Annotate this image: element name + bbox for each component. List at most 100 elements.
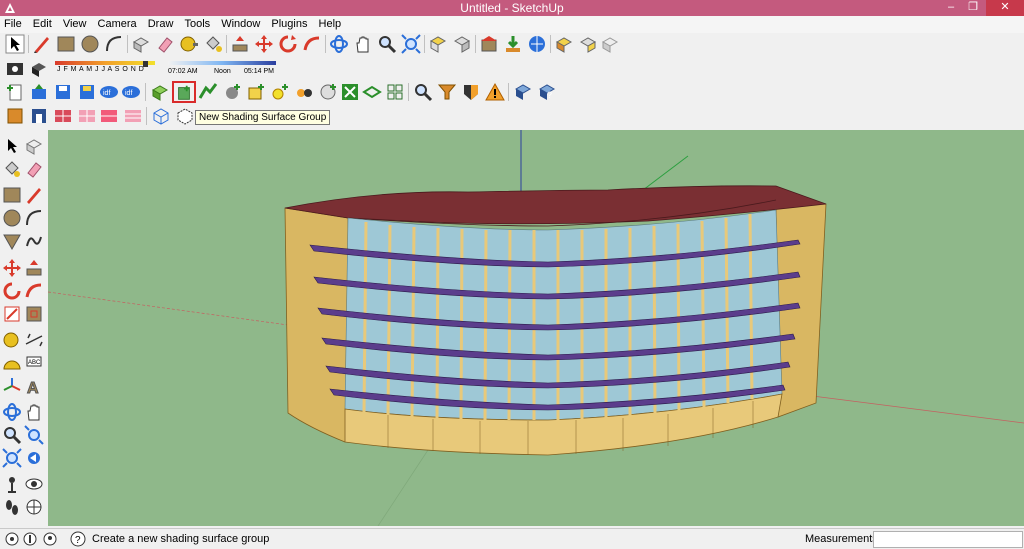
grid-icon[interactable]: [385, 82, 405, 102]
previous-view-icon[interactable]: [24, 448, 44, 468]
move-icon[interactable]: [254, 34, 274, 54]
render-boundary-icon[interactable]: [77, 106, 97, 126]
shadow-settings-icon[interactable]: [5, 59, 25, 79]
new-shading-surface-group-button[interactable]: [172, 81, 196, 103]
maximize-button[interactable]: ❐: [962, 0, 984, 16]
daylight-icon[interactable]: [270, 82, 290, 102]
push-pull-icon[interactable]: [230, 34, 250, 54]
zoom-window-icon[interactable]: [24, 425, 44, 445]
walk-icon[interactable]: [2, 497, 22, 517]
text-icon[interactable]: ABC: [24, 353, 44, 373]
model-viewport[interactable]: [48, 130, 1024, 526]
follow-me-icon[interactable]: [24, 281, 44, 301]
instructor-help-icon[interactable]: ?: [70, 531, 86, 547]
push-pull-icon[interactable]: [24, 258, 44, 278]
tape-measure-icon[interactable]: [2, 330, 22, 350]
eraser-icon[interactable]: [24, 159, 44, 179]
loads-icon[interactable]: [318, 82, 338, 102]
rotate-icon[interactable]: [278, 34, 298, 54]
geo-location-icon[interactable]: [4, 531, 20, 547]
rotate-icon[interactable]: [2, 281, 22, 301]
render-thermal-icon[interactable]: [123, 106, 143, 126]
layout-icon[interactable]: [578, 34, 598, 54]
3d-text-icon[interactable]: A: [24, 376, 44, 397]
menu-draw[interactable]: Draw: [144, 16, 178, 33]
surface-matching-icon[interactable]: [340, 82, 360, 102]
orbit-icon[interactable]: [2, 402, 22, 422]
offset-icon[interactable]: [24, 304, 44, 324]
rectangle-icon[interactable]: [56, 34, 76, 54]
extension-warehouse-icon[interactable]: [554, 34, 574, 54]
pan-icon[interactable]: [24, 402, 44, 422]
menu-plugins[interactable]: Plugins: [267, 16, 311, 33]
select-icon[interactable]: [2, 136, 22, 156]
component-icon[interactable]: [600, 34, 620, 54]
protractor-icon[interactable]: [2, 353, 22, 373]
menu-edit[interactable]: Edit: [29, 16, 56, 33]
zoom-icon[interactable]: [377, 34, 397, 54]
menu-camera[interactable]: Camera: [94, 16, 141, 33]
new-thermal-zone-icon[interactable]: [198, 82, 218, 102]
iso-view-icon[interactable]: [428, 34, 448, 54]
share-model-icon[interactable]: [527, 34, 547, 54]
follow-me-icon[interactable]: [302, 34, 322, 54]
paint-bucket-icon[interactable]: [203, 34, 223, 54]
menu-help[interactable]: Help: [315, 16, 346, 33]
pencil-icon[interactable]: [32, 34, 52, 54]
menu-window[interactable]: Window: [217, 16, 264, 33]
zoom-icon[interactable]: [2, 425, 22, 445]
zoom-extents-icon[interactable]: [401, 34, 421, 54]
measurements-input[interactable]: [873, 531, 1023, 548]
circle-icon[interactable]: [2, 208, 22, 228]
circle-icon[interactable]: [80, 34, 100, 54]
component-icon[interactable]: [24, 136, 44, 156]
menu-file[interactable]: File: [0, 16, 26, 33]
polygon-icon[interactable]: [2, 231, 22, 251]
render-mode-icon[interactable]: [362, 82, 382, 102]
rectangle-icon[interactable]: [2, 185, 22, 205]
month-slider-thumb[interactable]: [143, 61, 148, 67]
close-button[interactable]: ✕: [986, 0, 1024, 16]
new-construction-icon[interactable]: [222, 82, 242, 102]
axes-icon[interactable]: [2, 376, 22, 396]
user-icon[interactable]: [42, 531, 58, 547]
select-arrow-icon[interactable]: [5, 34, 25, 54]
new-space-icon[interactable]: [150, 82, 170, 102]
idf-import-icon[interactable]: idf: [99, 82, 119, 102]
look-around-icon[interactable]: [24, 474, 44, 494]
space-type-icon[interactable]: [5, 106, 25, 126]
hidden-line-icon[interactable]: [175, 106, 195, 126]
save-icon[interactable]: [53, 82, 73, 102]
3d-warehouse-icon[interactable]: [479, 34, 499, 54]
menu-tools[interactable]: Tools: [180, 16, 214, 33]
zoom-extents-icon[interactable]: [2, 448, 22, 468]
wireframe-icon[interactable]: [151, 106, 171, 126]
arc-icon[interactable]: [24, 208, 44, 228]
menu-view[interactable]: View: [59, 16, 91, 33]
line-icon[interactable]: [24, 185, 44, 205]
move-icon[interactable]: [2, 258, 22, 278]
tape-measure-icon[interactable]: [179, 34, 199, 54]
render-surface-icon[interactable]: [53, 106, 73, 126]
freehand-icon[interactable]: [24, 231, 44, 251]
make-component-icon[interactable]: [131, 34, 151, 54]
idf-export-icon[interactable]: idf: [121, 82, 141, 102]
arc-icon[interactable]: [104, 34, 124, 54]
minimize-button[interactable]: –: [940, 0, 962, 16]
space-diagram-icon[interactable]: [246, 82, 266, 102]
scale-icon[interactable]: [2, 304, 22, 324]
credits-icon[interactable]: [22, 531, 38, 547]
render-construction-icon[interactable]: [99, 106, 119, 126]
filter-icon[interactable]: [437, 82, 457, 102]
info-icon[interactable]: [461, 82, 481, 102]
top-view-icon[interactable]: [452, 34, 472, 54]
section-plane-icon[interactable]: [24, 497, 44, 517]
month-slider[interactable]: J F M A M J J A S O N D: [55, 61, 163, 77]
new-file-icon[interactable]: [5, 82, 25, 102]
box-icon[interactable]: [29, 106, 49, 126]
time-slider[interactable]: 07:02 AM Noon 05:14 PM: [168, 61, 276, 77]
dimension-icon[interactable]: [24, 330, 44, 350]
paint-icon[interactable]: [2, 159, 22, 179]
eraser-icon[interactable]: [155, 34, 175, 54]
position-camera-icon[interactable]: [2, 474, 22, 494]
